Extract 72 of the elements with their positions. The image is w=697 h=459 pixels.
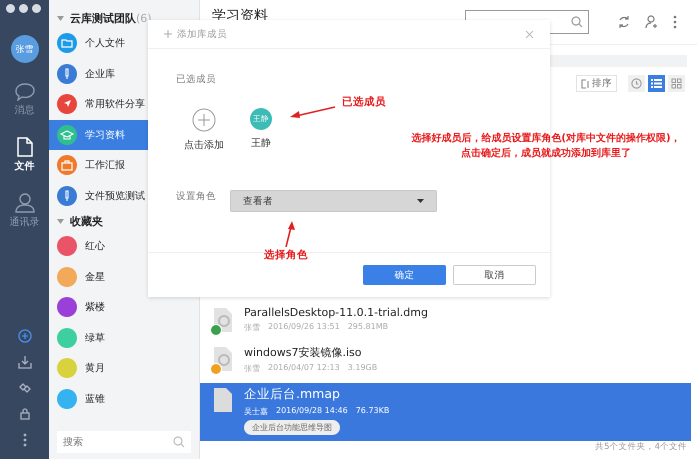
cancel-button[interactable]: 取消 xyxy=(453,265,536,285)
tag-item[interactable]: 绿草 xyxy=(49,322,199,353)
file-owner: 张雪 xyxy=(244,363,260,374)
file-name: ParallelsDesktop-11.0.1-trial.dmg xyxy=(244,306,428,319)
tag-item[interactable]: 金星 xyxy=(49,262,199,292)
file-size: 295.81MB xyxy=(348,322,388,333)
caret-icon[interactable] xyxy=(57,16,64,20)
folder-icon xyxy=(57,33,77,54)
dialog-title: 添加库成员 xyxy=(177,28,227,40)
view-button[interactable] xyxy=(668,75,685,92)
file-date: 2016/04/07 12:13 xyxy=(268,363,340,374)
pin-icon xyxy=(57,186,77,206)
caret-icon xyxy=(417,199,424,203)
hat-icon xyxy=(57,124,77,145)
search-icon xyxy=(571,16,583,28)
file-row[interactable]: ParallelsDesktop-11.0.1-trial.dmg 张雪 2016/09/26 13:51 295.81MB xyxy=(200,303,691,342)
annotation-arrow xyxy=(283,221,295,247)
status-text: 共5个文件夹，4个文件 xyxy=(594,441,688,454)
annotation-arrow xyxy=(290,105,336,119)
caret-icon[interactable] xyxy=(57,218,64,224)
sort-icon xyxy=(581,78,590,88)
library-item[interactable]: 工作汇报 xyxy=(49,150,199,180)
nav-tab[interactable]: 文件 xyxy=(14,137,34,173)
file-date: 2016/09/26 13:51 xyxy=(268,322,340,333)
file-owner: 吴士嘉 xyxy=(244,406,268,417)
chat-icon xyxy=(14,83,34,101)
group-title: 收藏夹 xyxy=(70,214,103,228)
tag-item[interactable]: 红心 xyxy=(49,231,199,262)
lock-icon[interactable] xyxy=(18,407,32,421)
tag-item[interactable]: 蓝锥 xyxy=(49,384,199,414)
file-row[interactable]: 企业后台.mmap 吴士嘉 2016/09/28 14:46 76.73KB 企业后台功能思维导图 xyxy=(200,383,691,441)
sync-icon[interactable] xyxy=(617,15,631,29)
role-select[interactable]: 查看者 xyxy=(230,190,437,212)
list-icon xyxy=(651,78,662,89)
add-icon[interactable] xyxy=(18,329,32,343)
file-name: 企业后台.mmap xyxy=(244,386,341,403)
grid-icon xyxy=(671,78,682,89)
annotation-text: 选择好成员后，给成员设置库角色(对库中文件的操作权限)，点击确定后，成员就成功添加到库里了 xyxy=(410,131,682,161)
person-icon xyxy=(14,193,34,213)
confirm-button[interactable]: 确定 xyxy=(363,265,446,285)
annotation-text: 选择角色 xyxy=(264,248,308,262)
sort-button[interactable]: 排序 xyxy=(576,75,617,92)
file-name: windows7安装镜像.iso xyxy=(244,345,362,360)
pin-icon xyxy=(57,64,77,84)
view-button[interactable] xyxy=(628,75,645,92)
view-button[interactable] xyxy=(648,75,665,92)
annotation-text: 已选成员 xyxy=(342,95,386,109)
role-label: 设置角色 xyxy=(176,190,216,203)
add-person-icon[interactable] xyxy=(645,15,659,29)
clock-icon xyxy=(631,78,642,89)
library-item[interactable]: 常用软件分享 xyxy=(49,89,199,120)
more-icon[interactable] xyxy=(22,433,26,447)
file-icon xyxy=(16,137,32,157)
plus-icon xyxy=(164,30,172,38)
tag-item[interactable]: 紫楼 xyxy=(49,292,199,322)
download-icon[interactable] xyxy=(18,355,32,369)
search-field[interactable]: 搜索 xyxy=(57,431,191,453)
add-member-icon[interactable] xyxy=(192,108,216,132)
file-date: 2016/09/28 14:46 xyxy=(276,406,348,417)
member-name: 王静 xyxy=(251,137,271,150)
section-label: 已选成员 xyxy=(176,73,216,86)
file-size: 3.19GB xyxy=(348,363,378,374)
search-icon xyxy=(173,436,185,448)
group-title: 云库测试团队 xyxy=(70,10,136,26)
bag-icon xyxy=(57,155,77,176)
file-owner: 张雪 xyxy=(244,322,260,333)
file-size: 76.73KB xyxy=(356,406,390,417)
window-controls-icon[interactable] xyxy=(6,4,41,13)
tag-item[interactable]: 黄月 xyxy=(49,353,199,384)
file-tag[interactable]: 企业后台功能思维导图 xyxy=(244,420,340,435)
more-icon[interactable] xyxy=(673,15,677,29)
file-row[interactable]: windows7安装镜像.iso 张雪 2016/04/07 12:13 3.19GB xyxy=(200,342,691,381)
